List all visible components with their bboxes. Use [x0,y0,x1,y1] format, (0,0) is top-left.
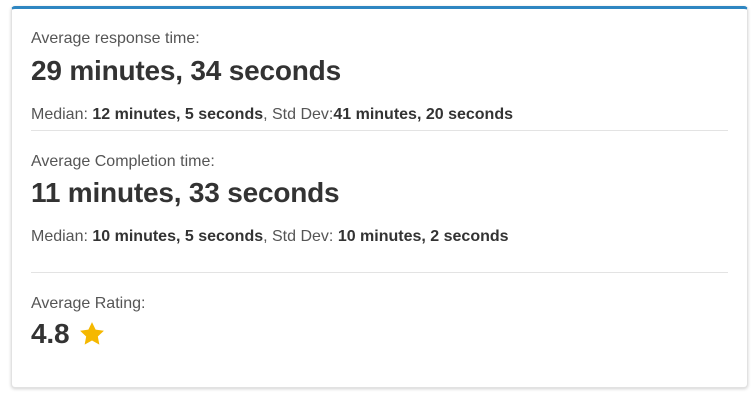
median-value: 12 minutes, 5 seconds [92,106,264,123]
rating-row: 4.8 [31,317,728,351]
median-value: 10 minutes, 5 seconds [92,228,264,245]
median-label: Median: [31,106,93,123]
completion-time-value: 11 minutes, 33 seconds [31,177,340,208]
median-label: Median: [31,228,93,245]
stddev-label: , Std Dev: [263,106,334,123]
response-time-value: 29 minutes, 34 seconds [31,55,341,86]
completion-time-label: Average Completion time: [31,153,215,170]
rating-section: Average Rating: 4.8 [31,273,728,351]
stddev-label: , Std Dev: [263,228,338,245]
response-time-label: Average response time: [31,30,200,47]
rating-label: Average Rating: [31,295,146,312]
completion-time-stats: Median: 10 minutes, 5 seconds, Std Dev: … [31,227,728,247]
completion-time-section: Average Completion time: 11 minutes, 33 … [31,131,728,272]
star-icon [78,320,106,348]
stddev-value: 10 minutes, 2 seconds [337,228,509,245]
stddev-value: 41 minutes, 20 seconds [333,106,513,123]
response-time-section: Average response time: 29 minutes, 34 se… [31,9,728,130]
rating-value: 4.8 [31,318,70,349]
response-time-stats: Median: 12 minutes, 5 seconds, Std Dev:4… [31,105,728,125]
stats-card: Average response time: 29 minutes, 34 se… [11,6,748,388]
